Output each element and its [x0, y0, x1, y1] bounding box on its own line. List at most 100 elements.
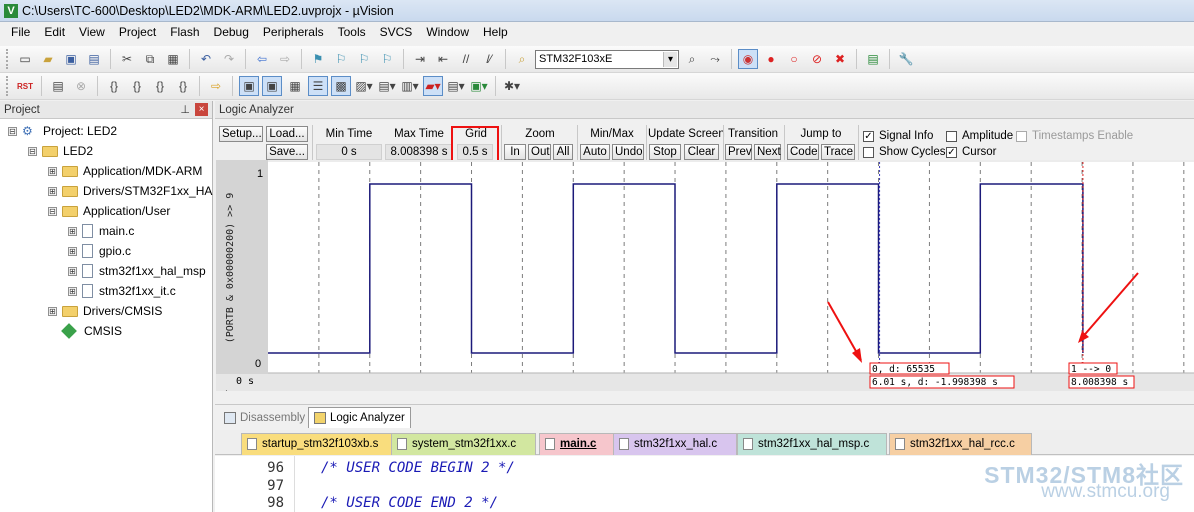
tree-item-project[interactable]: ⊟ ⚙ Project: LED2	[8, 121, 117, 141]
save-button[interactable]: Save...	[266, 144, 308, 160]
file-tab-hal[interactable]: stm32f1xx_hal.c	[613, 433, 737, 455]
nav-forward-icon[interactable]: ⇨	[275, 49, 295, 69]
code-line[interactable]: /* USER CODE BEGIN 2 */	[321, 460, 515, 476]
toolbar-grip[interactable]	[6, 76, 9, 96]
menu-svcs[interactable]: SVCS	[373, 25, 420, 39]
minmax-auto-button[interactable]: Auto	[580, 144, 610, 160]
watch-window-icon[interactable]: ▨▾	[354, 76, 374, 96]
menu-debug[interactable]: Debug	[207, 25, 256, 39]
tree-item-group[interactable]: ⊞ Drivers/CMSIS	[48, 301, 162, 321]
collapse-icon[interactable]: ⊟	[48, 206, 57, 216]
prev-transition-button[interactable]: Prev	[725, 144, 752, 160]
close-icon[interactable]: ×	[195, 103, 208, 116]
waveform-plot[interactable]: (PORTB & 0x00000200) >> 9 1 0 0 s 0, d: …	[216, 160, 1194, 391]
tree-item-file[interactable]: ⊞ gpio.c	[68, 241, 131, 261]
comment-icon[interactable]: //	[456, 49, 476, 69]
load-button[interactable]: Load...	[266, 126, 308, 142]
menu-view[interactable]: View	[72, 25, 112, 39]
menu-peripherals[interactable]: Peripherals	[256, 25, 331, 39]
save-icon[interactable]: ▣	[61, 49, 81, 69]
undo-icon[interactable]: ↶	[196, 49, 216, 69]
tree-item-group[interactable]: ⊞ Drivers/STM32F1xx_HA	[48, 181, 212, 201]
zoom-out-button[interactable]: Out	[528, 144, 551, 160]
jump-trace-button[interactable]: Trace	[821, 144, 855, 160]
clear-button[interactable]: Clear	[684, 144, 719, 160]
insert-breakpoint-icon[interactable]: ●	[761, 49, 781, 69]
zoom-in-button[interactable]: In	[504, 144, 526, 160]
menu-edit[interactable]: Edit	[37, 25, 72, 39]
call-stack-window-icon[interactable]: ▩	[331, 76, 351, 96]
prev-bookmark-icon[interactable]: ⚐	[331, 49, 351, 69]
show-cycles-checkbox[interactable]: Show Cycles	[863, 146, 945, 158]
tree-item-group[interactable]: ⊟ Application/User	[48, 201, 170, 221]
code-editor[interactable]: 96 97 98 /* USER CODE BEGIN 2 */ /* USER…	[215, 456, 1194, 512]
amplitude-checkbox[interactable]: Amplitude	[946, 130, 1013, 142]
file-tab-hal-msp[interactable]: stm32f1xx_hal_msp.c	[737, 433, 887, 455]
find-icon[interactable]: ⌕	[682, 49, 702, 69]
tab-disassembly[interactable]: Disassembly	[219, 407, 310, 428]
expand-icon[interactable]: ⊞	[68, 226, 77, 236]
run-icon[interactable]: ▤	[48, 76, 68, 96]
tree-item-file[interactable]: ⊞ main.c	[68, 221, 134, 241]
code-line[interactable]: /* USER CODE END 2 */	[321, 495, 498, 511]
expand-icon[interactable]: ⊞	[48, 306, 57, 316]
toolbar-grip[interactable]	[6, 49, 9, 69]
registers-window-icon[interactable]: ☰	[308, 76, 328, 96]
file-tab-hal-rcc[interactable]: stm32f1xx_hal_rcc.c	[889, 433, 1032, 455]
stop-icon[interactable]: ⊗	[71, 76, 91, 96]
next-transition-button[interactable]: Next	[754, 144, 781, 160]
uncomment-icon[interactable]: /⁄	[479, 49, 499, 69]
trace-window-icon[interactable]: ▤▾	[446, 76, 466, 96]
nav-back-icon[interactable]: ⇦	[252, 49, 272, 69]
copy-icon[interactable]: ⧉	[140, 49, 160, 69]
file-tab-system[interactable]: system_stm32f1xx.c	[391, 433, 536, 455]
symbols-window-icon[interactable]: ▦	[285, 76, 305, 96]
step-out-icon[interactable]: {}	[150, 76, 170, 96]
tab-logic-analyzer[interactable]: Logic Analyzer	[308, 407, 411, 428]
paste-icon[interactable]: ▦	[163, 49, 183, 69]
show-next-statement-icon[interactable]: ⇨	[206, 76, 226, 96]
menu-file[interactable]: File	[4, 25, 37, 39]
signal-info-checkbox[interactable]: ✓ Signal Info	[863, 130, 933, 142]
unindent-icon[interactable]: ⇤	[433, 49, 453, 69]
tree-item-file[interactable]: ⊞ stm32f1xx_hal_msp	[68, 261, 206, 281]
new-file-icon[interactable]: ▭	[15, 49, 35, 69]
system-viewer-icon[interactable]: ▣▾	[469, 76, 489, 96]
pin-icon[interactable]: ⊥	[180, 103, 190, 116]
run-to-cursor-icon[interactable]: {}	[173, 76, 193, 96]
debug-session-icon[interactable]: ◉	[738, 49, 758, 69]
cut-icon[interactable]: ✂	[117, 49, 137, 69]
next-bookmark-icon[interactable]: ⚐	[354, 49, 374, 69]
menu-help[interactable]: Help	[476, 25, 515, 39]
kill-breakpoints-icon[interactable]: ✖	[830, 49, 850, 69]
tree-item-file[interactable]: ⊞ stm32f1xx_it.c	[68, 281, 176, 301]
step-into-icon[interactable]: {}	[104, 76, 124, 96]
cursor-checkbox[interactable]: ✓ Cursor	[946, 146, 997, 158]
file-tab-main[interactable]: main.c	[539, 433, 616, 455]
expand-icon[interactable]: ⊞	[48, 186, 57, 196]
menu-window[interactable]: Window	[419, 25, 476, 39]
disassembly-window-icon[interactable]: ▣	[262, 76, 282, 96]
menu-project[interactable]: Project	[112, 25, 163, 39]
bookmark-icon[interactable]: ⚑	[308, 49, 328, 69]
zoom-all-button[interactable]: All	[553, 144, 573, 160]
stop-button[interactable]: Stop	[649, 144, 681, 160]
command-window-icon[interactable]: ▣	[239, 76, 259, 96]
incremental-find-icon[interactable]: ⤳	[705, 49, 725, 69]
jump-code-button[interactable]: Code	[787, 144, 819, 160]
tree-item-group[interactable]: ⊞ Application/MDK-ARM	[48, 161, 202, 181]
enable-breakpoint-icon[interactable]: ○	[784, 49, 804, 69]
timestamps-enable-checkbox[interactable]: Timestamps Enable	[1016, 130, 1133, 142]
expand-icon[interactable]: ⊞	[68, 266, 77, 276]
collapse-icon[interactable]: ⊟	[8, 126, 17, 136]
reset-icon[interactable]: RST	[15, 76, 35, 96]
toolbox-icon[interactable]: ✱▾	[502, 76, 522, 96]
save-all-icon[interactable]: ▤	[84, 49, 104, 69]
window-layout-icon[interactable]: ▤	[863, 49, 883, 69]
device-select[interactable]: STM32F103xE	[535, 49, 679, 69]
clear-bookmarks-icon[interactable]: ⚐	[377, 49, 397, 69]
analysis-window-icon[interactable]: ▰▾	[423, 76, 443, 96]
collapse-icon[interactable]: ⊟	[28, 146, 37, 156]
memory-window-icon[interactable]: ▤▾	[377, 76, 397, 96]
tree-item-target[interactable]: ⊟ LED2	[28, 141, 93, 161]
